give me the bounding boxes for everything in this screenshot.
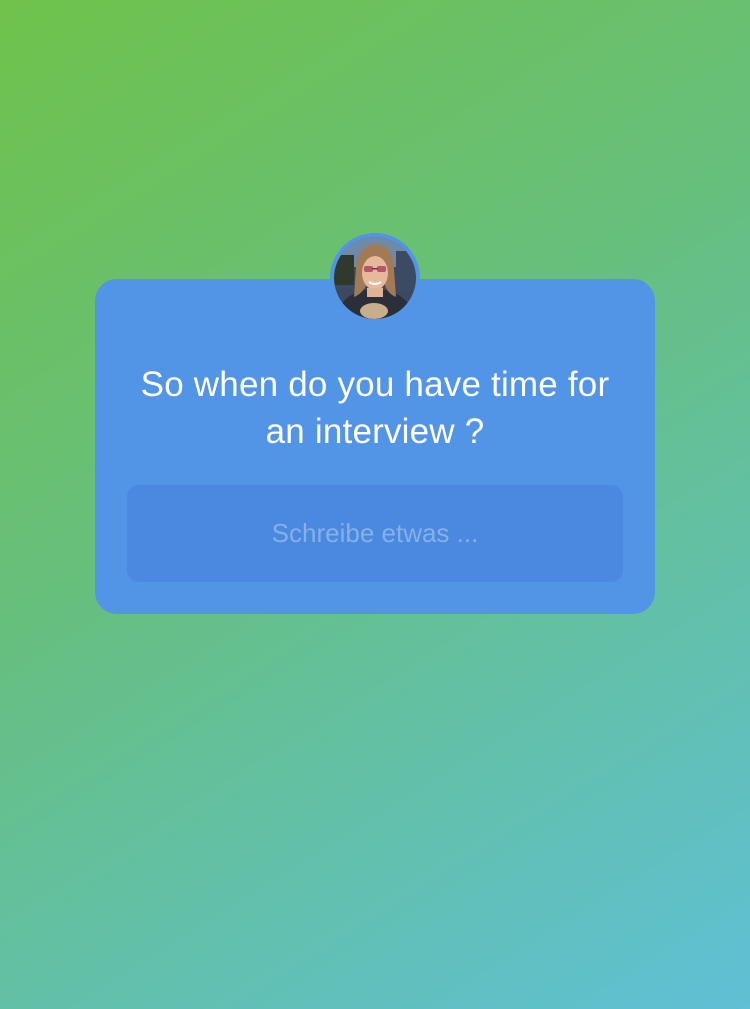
profile-photo-icon <box>334 237 416 319</box>
question-sticker: So when do you have time for an intervie… <box>95 279 655 614</box>
answer-input[interactable] <box>127 485 623 582</box>
question-text: So when do you have time for an intervie… <box>140 365 610 451</box>
avatar <box>330 233 420 323</box>
